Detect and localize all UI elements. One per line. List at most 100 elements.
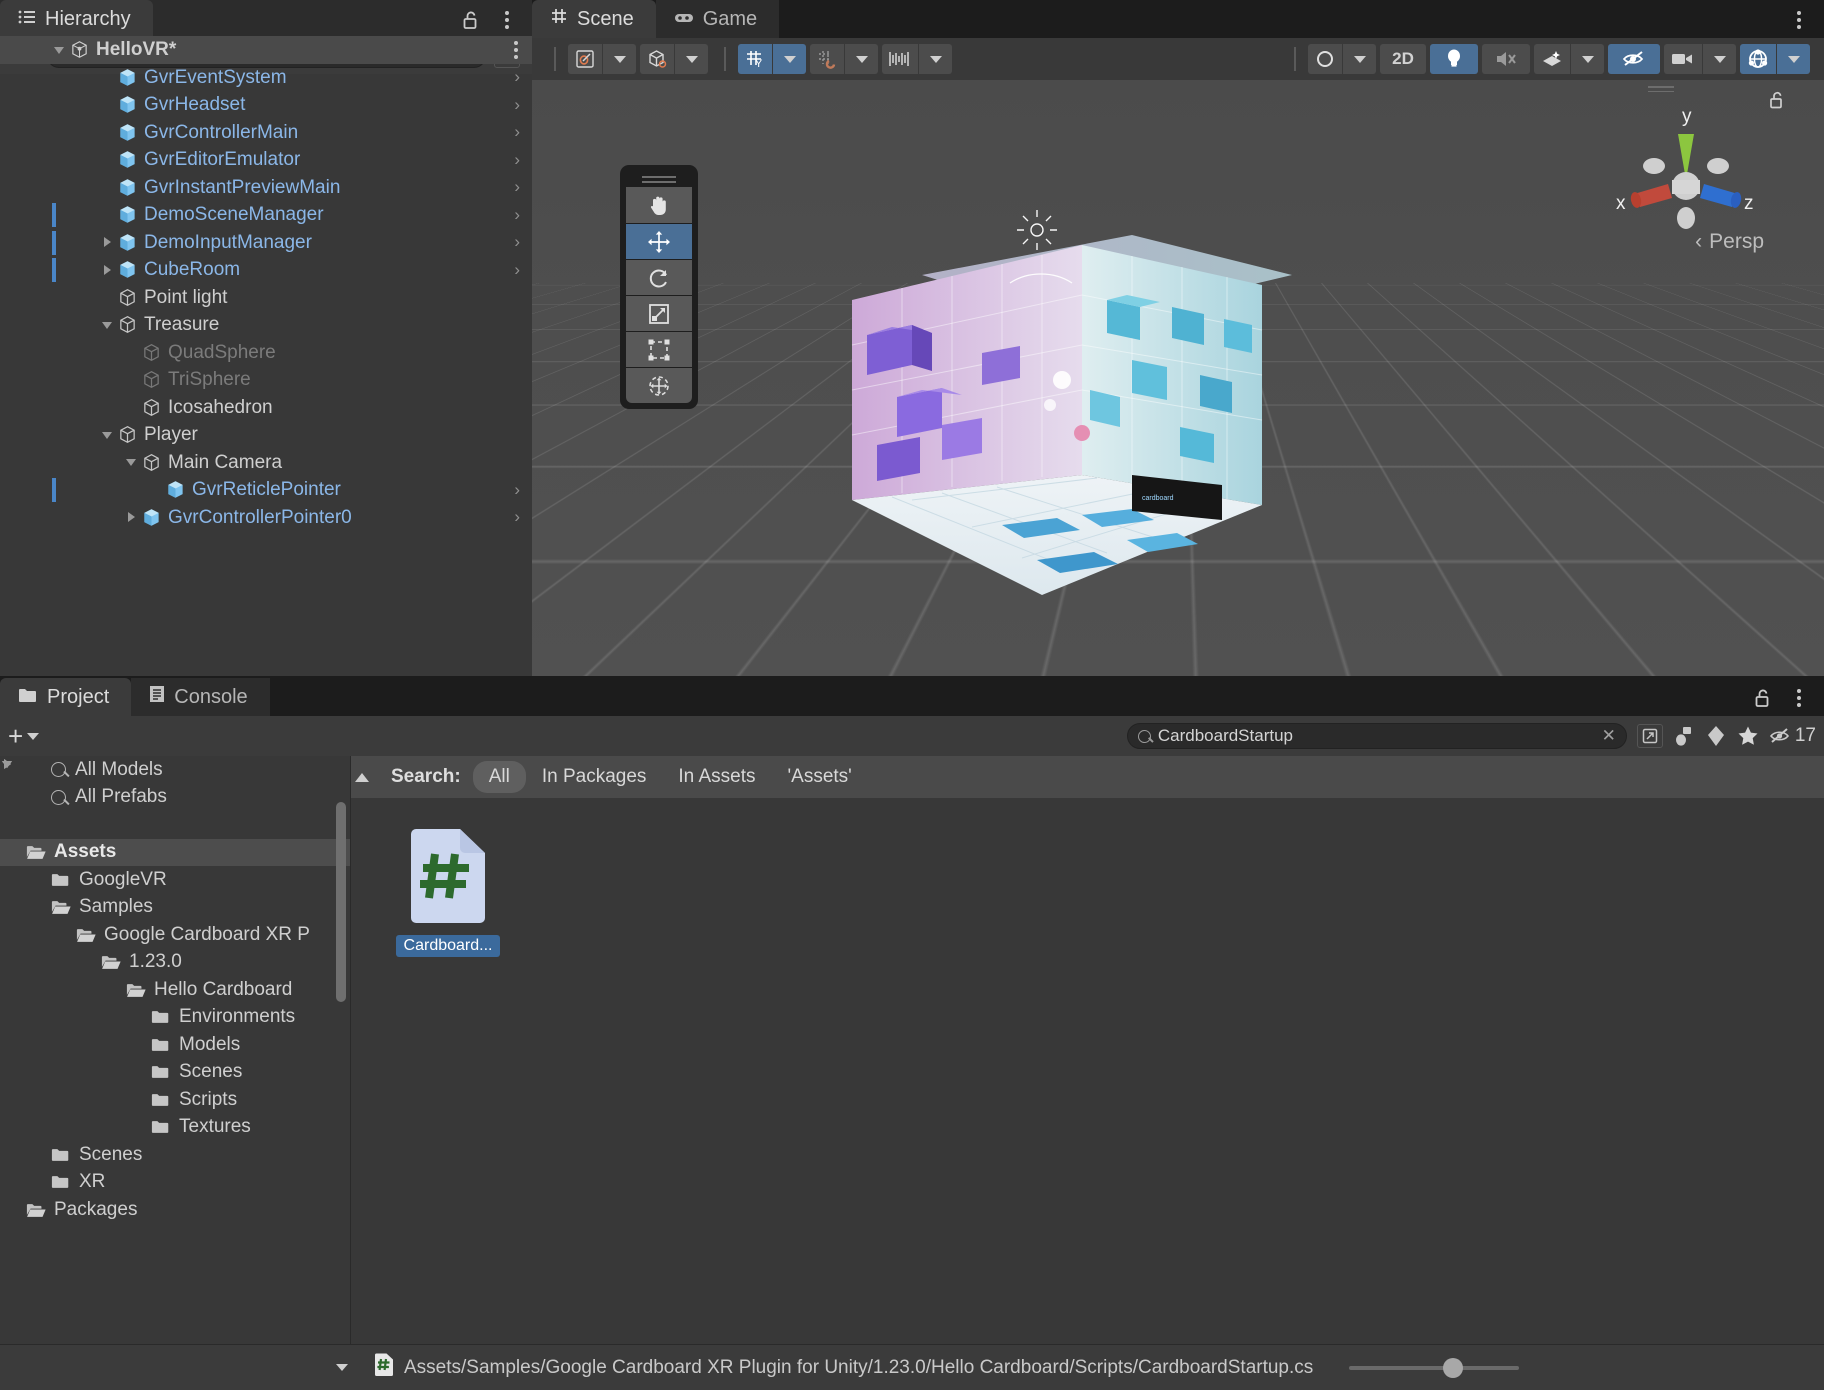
gizmo-globe-icon[interactable] — [1740, 44, 1776, 74]
camera-arrow[interactable] — [1702, 44, 1736, 74]
chevron-right-icon[interactable]: › — [514, 480, 520, 500]
chevron-right-icon[interactable]: › — [514, 260, 520, 280]
clear-x-icon[interactable]: ✕ — [1602, 726, 1616, 746]
project-kebab-menu-icon[interactable] — [1788, 686, 1810, 710]
hierarchy-item-gvrreticlepointer[interactable]: GvrReticlePointer› — [0, 476, 532, 504]
hierarchy-item-icosahedron[interactable]: Icosahedron — [0, 394, 532, 422]
draw-mode-arrow[interactable] — [602, 44, 636, 74]
tab-scene[interactable]: Scene — [532, 0, 656, 38]
project-create-button[interactable]: + — [8, 723, 39, 749]
scene-context-menu-icon[interactable] — [514, 41, 518, 59]
project-search-input[interactable]: CardboardStartup ✕ — [1127, 723, 1627, 749]
project-popout-icon[interactable] — [1637, 724, 1663, 748]
project-tree-item-environments[interactable]: Environments — [0, 1004, 350, 1032]
project-tree-item-scripts[interactable]: Scripts — [0, 1086, 350, 1114]
project-tree-item-allprefabs[interactable]: All Prefabs — [0, 784, 350, 812]
project-tree-item-scenes[interactable]: Scenes — [0, 1059, 350, 1087]
chevron-right-icon[interactable]: › — [514, 177, 520, 197]
project-tree-item-packages[interactable]: Packages — [0, 1196, 350, 1224]
rotate-tool[interactable] — [626, 259, 692, 295]
grid-y-icon[interactable]: Y — [738, 44, 772, 74]
project-tree-item-googlecardboardxrp[interactable]: Google Cardboard XR P — [0, 921, 350, 949]
camera-icon[interactable] — [1664, 44, 1702, 74]
scene-projection-mode[interactable]: ‹ Persp — [1695, 230, 1764, 254]
chevron-right-icon[interactable]: › — [514, 67, 520, 87]
hierarchy-item-quadsphere[interactable]: QuadSphere — [0, 339, 532, 367]
tools-drag-handle[interactable] — [626, 171, 692, 187]
project-tree-scrollbar[interactable] — [336, 802, 346, 1002]
chevron-right-icon[interactable]: › — [514, 95, 520, 115]
scale-tool[interactable] — [626, 295, 692, 331]
grid-snap-arrow[interactable] — [772, 44, 806, 74]
hierarchy-item-player[interactable]: Player — [0, 421, 532, 449]
hierarchy-item-gvreventsystem[interactable]: GvrEventSystem› — [0, 64, 532, 92]
hierarchy-item-gvrcontrollerpointer0[interactable]: GvrControllerPointer0› — [0, 504, 532, 532]
asset-zoom-slider-knob[interactable] — [1443, 1358, 1463, 1378]
chevron-right-icon[interactable]: › — [514, 232, 520, 252]
twisty-open-icon[interactable] — [52, 42, 68, 58]
gizmo-lock-open-icon[interactable] — [1768, 90, 1786, 115]
project-lock-open-icon[interactable] — [1752, 686, 1774, 710]
hierarchy-item-gvrinstantpreviewmain[interactable]: GvrInstantPreviewMain› — [0, 174, 532, 202]
draw-mode-dropdown[interactable] — [568, 44, 602, 74]
gizmos-arrow[interactable] — [1776, 44, 1810, 74]
eye-off-icon[interactable] — [1608, 44, 1660, 74]
scene-kebab-menu-icon[interactable] — [1788, 8, 1810, 32]
hierarchy-item-hellovr[interactable]: HelloVR* — [0, 36, 532, 64]
twisty-closed-icon[interactable] — [100, 262, 116, 278]
hierarchy-tree[interactable]: HelloVR* GvrEventSystem› GvrHeadset› Gvr… — [0, 36, 532, 676]
project-tree-item-assets[interactable]: Assets — [0, 839, 350, 867]
gizmo-2d3d-arrow[interactable] — [674, 44, 708, 74]
fx-arrow[interactable] — [1570, 44, 1604, 74]
hierarchy-item-pointlight[interactable]: Point light — [0, 284, 532, 312]
twisty-open-icon[interactable] — [100, 317, 116, 333]
scene-cube-room-object[interactable]: cardboard — [832, 175, 1532, 645]
bulb-icon[interactable] — [1430, 44, 1478, 74]
project-tree-item-xr[interactable]: XR — [0, 1169, 350, 1197]
filter-chip-in-packages[interactable]: In Packages — [526, 761, 663, 793]
tab-console[interactable]: Console — [131, 678, 269, 716]
hand-tool[interactable] — [626, 187, 692, 223]
filter-favorites-icon[interactable] — [1737, 724, 1759, 748]
asset-item[interactable]: Cardboard... — [391, 828, 505, 957]
chevron-right-icon[interactable]: › — [514, 150, 520, 170]
transform-tool[interactable] — [626, 367, 692, 403]
layers-fx-icon[interactable] — [1534, 44, 1570, 74]
twisty-closed-icon[interactable] — [100, 234, 116, 250]
hierarchy-item-demoinputmanager[interactable]: DemoInputManager› — [0, 229, 532, 257]
project-tree-item-samples[interactable]: Samples — [0, 894, 350, 922]
filter-by-type-icon[interactable] — [1673, 724, 1695, 748]
asset-zoom-slider[interactable] — [1349, 1366, 1519, 1370]
lock-open-icon[interactable] — [460, 8, 482, 32]
project-tree-item-allmodels[interactable]: All Models — [0, 756, 350, 784]
snap-increment-arrow[interactable] — [844, 44, 878, 74]
twisty-open-icon[interactable] — [124, 454, 140, 470]
project-tree-item-1.23.0[interactable]: 1.23.0 — [0, 949, 350, 977]
hierarchy-item-maincamera[interactable]: Main Camera — [0, 449, 532, 477]
sphere-light-icon[interactable] — [1308, 44, 1342, 74]
move-tool[interactable] — [626, 223, 692, 259]
project-tree-item-googlevr[interactable]: GoogleVR — [0, 866, 350, 894]
scene-visibility-count[interactable]: 17 — [1769, 724, 1816, 748]
tab-project[interactable]: Project — [0, 678, 131, 716]
twisty-open-icon[interactable] — [100, 427, 116, 443]
hierarchy-item-treasure[interactable]: Treasure — [0, 311, 532, 339]
hierarchy-item-trisphere[interactable]: TriSphere — [0, 366, 532, 394]
chevron-down-icon[interactable] — [336, 1364, 348, 1371]
kebab-menu-icon[interactable] — [496, 8, 518, 32]
ruler-icon[interactable] — [882, 44, 918, 74]
chevron-right-icon[interactable]: › — [514, 122, 520, 142]
project-tree-item-scenes[interactable]: Scenes — [0, 1141, 350, 1169]
lighting-arrow[interactable] — [1342, 44, 1376, 74]
hierarchy-item-demoscenemanager[interactable]: DemoSceneManager› — [0, 201, 532, 229]
chevron-right-icon[interactable]: › — [514, 205, 520, 225]
project-tree-item-textures[interactable]: Textures — [0, 1114, 350, 1142]
asset-list-scroll-up[interactable] — [351, 756, 373, 798]
filter-chip-in-assets[interactable]: In Assets — [662, 761, 771, 793]
hierarchy-item-gvrcontrollermain[interactable]: GvrControllerMain› — [0, 119, 532, 147]
project-tree-item-models[interactable]: Models — [0, 1031, 350, 1059]
twisty-closed-icon[interactable] — [124, 509, 140, 525]
hierarchy-item-gvrheadset[interactable]: GvrHeadset› — [0, 91, 532, 119]
hierarchy-item-cuberoom[interactable]: CubeRoom› — [0, 256, 532, 284]
asset-grid[interactable]: Cardboard... — [351, 798, 1824, 957]
